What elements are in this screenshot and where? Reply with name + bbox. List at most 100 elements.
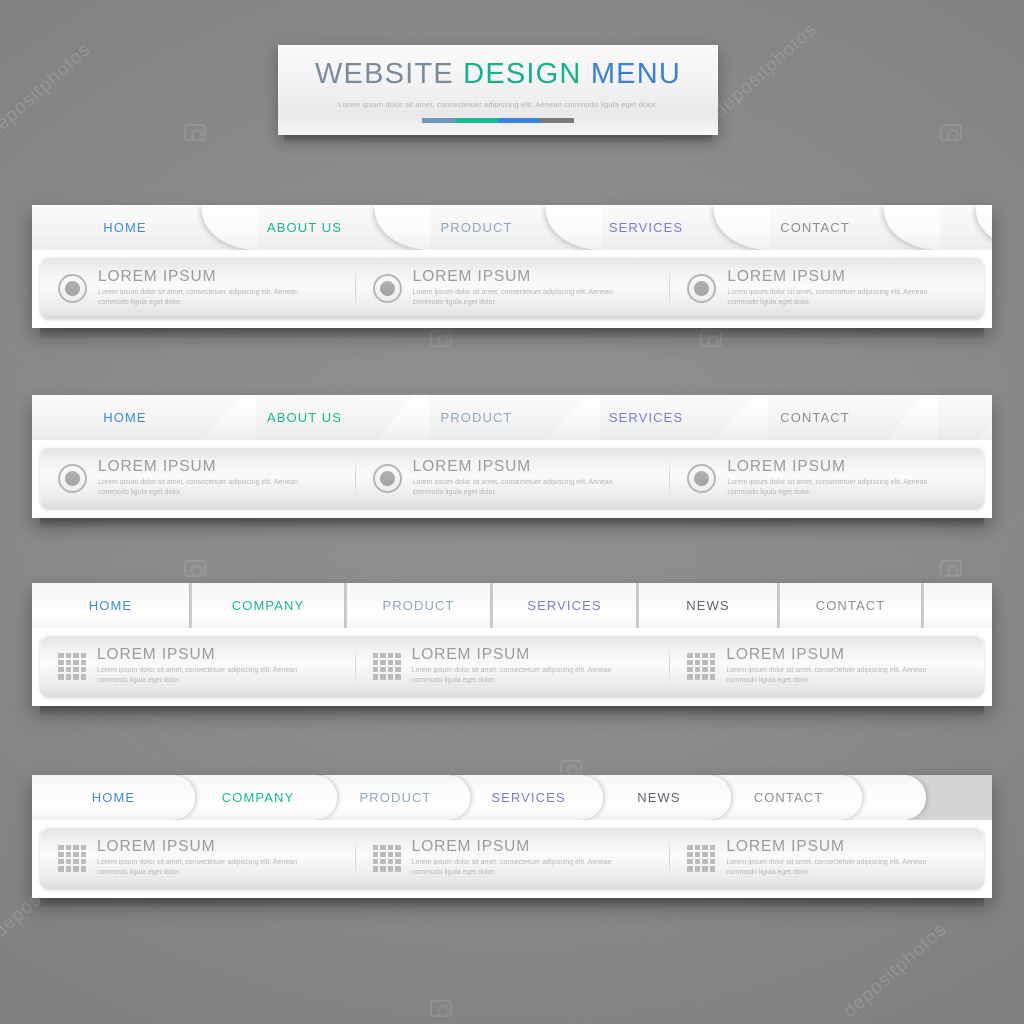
content-cell-body: Lorem ipsum dolor sit amet, consectetuer… — [727, 478, 928, 496]
grid-icon-cell — [73, 674, 79, 680]
tab-label: COMPANY — [221, 790, 295, 805]
menu-bar-1: HOME ABOUT US PRODUCT SERVICES CONTACT LOREM … — [32, 205, 992, 339]
content-cell[interactable]: LOREM IPSUM Lorem ipsum dolor sit amet, c… — [40, 447, 355, 509]
watermark-camera-icon — [184, 124, 206, 141]
menu-bar-4: HOME COMPANY PRODUCT SERVICES NEWS CONTACT LOR… — [32, 775, 992, 909]
grid-icon-cell — [372, 674, 379, 680]
content-cell-text: LOREM IPSUM Lorem ipsum dolor sit amet, c… — [412, 838, 627, 878]
menu-bar-3-tabbar: HOME COMPANY PRODUCT SERVICES NEWS CONTACT — [32, 583, 992, 628]
grid-icon-cell — [687, 844, 693, 850]
title-subtitle: Lorem ipsum dolor sit amet, consectetuer… — [338, 99, 658, 109]
content-cell[interactable]: LOREM IPSUM Lorem ipsum dolor sit amet, c… — [354, 635, 670, 697]
content-cell[interactable]: LOREM IPSUM Lorem ipsum dolor sit amet, c… — [354, 447, 670, 509]
tab-contact[interactable]: CONTACT — [715, 775, 862, 820]
grid-icon-cell — [380, 652, 386, 658]
grid-icon-cell — [694, 866, 701, 872]
tab-news[interactable]: NEWS — [587, 775, 731, 820]
tab-home[interactable]: HOME — [32, 775, 195, 820]
content-cell-title: LOREM IPSUM — [412, 457, 532, 475]
content-cell[interactable]: LOREM IPSUM Lorem ipsum dolor sit amet, c… — [40, 635, 355, 697]
grid-icon-cell — [687, 859, 693, 865]
tab-news[interactable]: NEWS — [639, 583, 777, 628]
tab-label: CONTACT — [753, 790, 824, 805]
tab-empty — [924, 583, 992, 628]
grid-icon-cell — [387, 866, 394, 872]
tab-services[interactable]: SERVICES — [493, 583, 636, 628]
circle-icon — [687, 463, 717, 493]
content-cell-body: Lorem ipsum dolor sit amet, consectetuer… — [411, 666, 612, 684]
tab-label: NEWS — [686, 598, 730, 613]
content-cell-title: LOREM IPSUM — [411, 645, 531, 663]
tab-home[interactable]: HOME — [32, 395, 218, 440]
tab-label: PRODUCT — [440, 220, 513, 235]
grid-icon-cell — [387, 844, 394, 850]
grid-icon-cell — [395, 659, 401, 665]
grid-icon-cell — [65, 674, 71, 680]
tab-label: ABOUT US — [266, 220, 343, 235]
tab-label: SERVICES — [527, 598, 602, 613]
grid-icon-cell — [80, 851, 86, 857]
grid-icon-cell — [387, 859, 394, 865]
tab-product[interactable]: PRODUCT — [321, 775, 470, 820]
grid-icon-cell — [380, 659, 386, 665]
tab-home[interactable]: HOME — [32, 583, 189, 628]
grid-icon — [58, 652, 86, 680]
circle-icon-core — [379, 280, 395, 296]
content-cell-title: LOREM IPSUM — [727, 457, 846, 475]
tab-services[interactable]: SERVICES — [454, 775, 603, 820]
menu-bar-1-tabbar: HOME ABOUT US PRODUCT SERVICES CONTACT — [32, 205, 992, 250]
grid-icon-cell — [380, 674, 386, 680]
title-word-menu: MENU — [590, 58, 682, 90]
content-cell[interactable]: LOREM IPSUM Lorem ipsum dolor sit amet, c… — [354, 827, 670, 889]
tab-home[interactable]: HOME — [32, 205, 258, 250]
grid-icon-cell — [80, 659, 86, 665]
grid-icon-cell — [380, 844, 386, 850]
content-cell[interactable]: LOREM IPSUM Lorem ipsum dolor sit amet, c… — [669, 635, 984, 697]
content-cell[interactable]: LOREM IPSUM Lorem ipsum dolor sit amet, c… — [669, 257, 984, 319]
content-cell-body: Lorem ipsum dolor sit amet, consectetuer… — [411, 858, 612, 876]
grid-icon — [58, 844, 86, 872]
tab-company[interactable]: COMPANY — [179, 775, 337, 820]
content-strip: LOREM IPSUM Lorem ipsum dolor sit amet, c… — [40, 447, 984, 509]
content-cell-title: LOREM IPSUM — [98, 267, 217, 285]
grid-icon-cell — [702, 652, 708, 658]
grid-icon-cell — [65, 667, 71, 673]
content-cell[interactable]: LOREM IPSUM Lorem ipsum dolor sit amet, c… — [669, 447, 984, 509]
grid-icon-cell — [80, 674, 86, 680]
grid-icon-cell — [395, 844, 401, 850]
grid-icon-cell — [372, 859, 379, 865]
content-cell-text: LOREM IPSUM Lorem ipsum dolor sit amet, c… — [98, 458, 313, 498]
grid-icon-cell — [709, 659, 716, 665]
tab-label: ABOUT US — [266, 410, 343, 425]
content-cell-title: LOREM IPSUM — [726, 645, 845, 663]
grid-icon-cell — [58, 667, 64, 673]
grid-icon-cell — [694, 844, 701, 850]
menu-bar-3: HOME COMPANY PRODUCT SERVICES NEWS CONTACT LOR… — [32, 583, 992, 717]
tab-product[interactable]: PRODUCT — [347, 583, 490, 628]
content-cell-title: LOREM IPSUM — [726, 837, 845, 855]
tab-contact[interactable]: CONTACT — [780, 583, 921, 628]
content-cell-title: LOREM IPSUM — [412, 267, 532, 285]
content-cell[interactable]: LOREM IPSUM Lorem ipsum dolor sit amet, c… — [669, 827, 984, 889]
content-cell[interactable]: LOREM IPSUM Lorem ipsum dolor sit amet, c… — [354, 257, 670, 319]
grid-icon-cell — [73, 659, 79, 665]
circle-icon-core — [694, 470, 710, 486]
circle-icon — [58, 273, 87, 303]
menu-bar-2: HOME ABOUT US PRODUCT SERVICES CONTACT LOREM … — [32, 395, 992, 529]
content-cell[interactable]: LOREM IPSUM Lorem ipsum dolor sit amet, c… — [40, 257, 355, 319]
menu-bar-4-tabbar: HOME COMPANY PRODUCT SERVICES NEWS CONTACT — [32, 775, 992, 820]
grid-icon-cell — [687, 667, 693, 673]
content-cell-text: LOREM IPSUM Lorem ipsum dolor sit amet, c… — [97, 838, 312, 878]
tab-label: PRODUCT — [382, 598, 455, 613]
grid-icon-cell — [65, 652, 71, 658]
menu-bar-1-content: LOREM IPSUM Lorem ipsum dolor sit amet, c… — [32, 250, 992, 328]
grid-icon-cell — [387, 652, 394, 658]
grid-icon-cell — [380, 851, 386, 857]
content-cell[interactable]: LOREM IPSUM Lorem ipsum dolor sit amet, c… — [40, 827, 355, 889]
grid-icon — [687, 844, 716, 872]
grid-icon-cell — [58, 844, 64, 850]
content-cell-body: Lorem ipsum dolor sit amet, consectetuer… — [98, 288, 298, 306]
grid-icon-cell — [395, 652, 401, 658]
grid-icon — [687, 652, 716, 680]
tab-company[interactable]: COMPANY — [192, 583, 344, 628]
